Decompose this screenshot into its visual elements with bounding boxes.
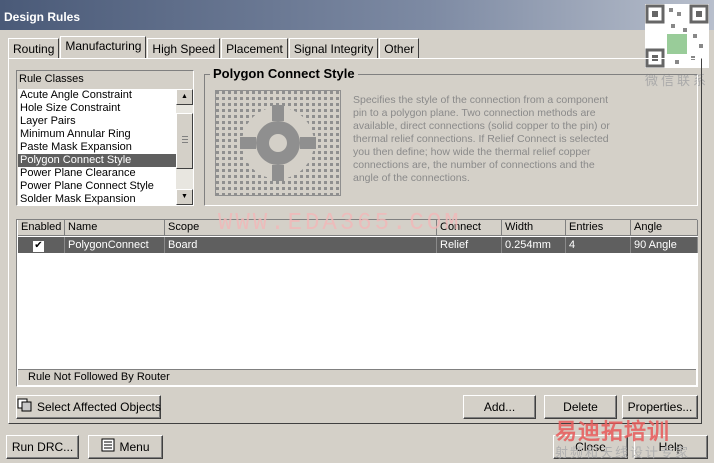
column-header-entries[interactable]: Entries (566, 220, 631, 236)
thermal-relief-illustration-icon (214, 89, 342, 197)
menu-label: Menu (119, 440, 150, 454)
tab-manufacturing[interactable]: Manufacturing (60, 36, 147, 58)
tab-placement[interactable]: Placement (221, 38, 288, 58)
select-objects-icon (17, 397, 33, 419)
enabled-cell[interactable]: ✔ (18, 237, 65, 253)
polygon-connect-description: Specifies the style of the connection fr… (353, 94, 610, 184)
list-item[interactable]: Solder Mask Expansion (18, 193, 176, 205)
menu-icon (101, 437, 115, 459)
scope-cell: Board (165, 237, 437, 253)
scroll-down-icon[interactable]: ▼ (176, 189, 193, 205)
select-affected-label: Select Affected Objects (37, 400, 161, 414)
scroll-up-icon[interactable]: ▲ (176, 89, 193, 105)
add-button[interactable]: Add... (463, 395, 536, 419)
name-cell: PolygonConnect (65, 237, 165, 253)
enabled-checkbox[interactable]: ✔ (33, 241, 44, 252)
rule-classes-label: Rule Classes (19, 73, 84, 85)
rule-classes-scrollbar[interactable]: ▲ ▼ (176, 89, 193, 205)
rule-classes-list[interactable]: Acute Angle Constraint Hole Size Constra… (18, 89, 176, 205)
list-item[interactable]: Power Plane Clearance (18, 167, 176, 180)
tab-other[interactable]: Other (379, 38, 420, 58)
connect-cell: Relief (437, 237, 502, 253)
grid-status-bar: Rule Not Followed By Router (18, 369, 696, 385)
tab-high-speed[interactable]: High Speed (147, 38, 221, 58)
select-affected-objects-button[interactable]: Select Affected Objects (16, 395, 161, 419)
tab-signal-integrity[interactable]: Signal Integrity (288, 38, 379, 58)
column-header-name[interactable]: Name (65, 220, 165, 236)
scroll-thumb[interactable] (176, 113, 193, 169)
watermark-text: WWW.EDA365.COM (218, 210, 462, 237)
list-item[interactable]: Acute Angle Constraint (18, 89, 176, 102)
title-bar: Design Rules (0, 0, 714, 30)
width-cell: 0.254mm (502, 237, 566, 253)
column-header-enabled[interactable]: Enabled (18, 220, 65, 236)
list-item[interactable]: Paste Mask Expansion (18, 141, 176, 154)
table-row[interactable]: ✔ PolygonConnect Board Relief 0.254mm 4 … (18, 237, 698, 253)
list-item[interactable]: Layer Pairs (18, 115, 176, 128)
run-drc-button[interactable]: Run DRC... (6, 435, 79, 459)
tab-routing[interactable]: Routing (8, 38, 60, 58)
window-title: Design Rules (4, 10, 81, 24)
menu-button[interactable]: Menu (88, 435, 163, 459)
angle-cell: 90 Angle (631, 237, 698, 253)
list-item[interactable]: Minimum Annular Ring (18, 128, 176, 141)
column-header-angle[interactable]: Angle (631, 220, 698, 236)
polygon-connect-title: Polygon Connect Style (210, 66, 358, 81)
rules-grid: Enabled Name Scope Connect Width Entries… (16, 219, 698, 387)
tab-strip: Routing Manufacturing High Speed Placeme… (8, 36, 420, 58)
promo-subtitle: 射频和天线设计专家 (555, 445, 691, 460)
list-item-selected[interactable]: Polygon Connect Style (18, 154, 176, 167)
entries-cell: 4 (566, 237, 631, 253)
column-header-width[interactable]: Width (502, 220, 566, 236)
list-item[interactable]: Power Plane Connect Style (18, 180, 176, 193)
list-item[interactable]: Hole Size Constraint (18, 102, 176, 115)
